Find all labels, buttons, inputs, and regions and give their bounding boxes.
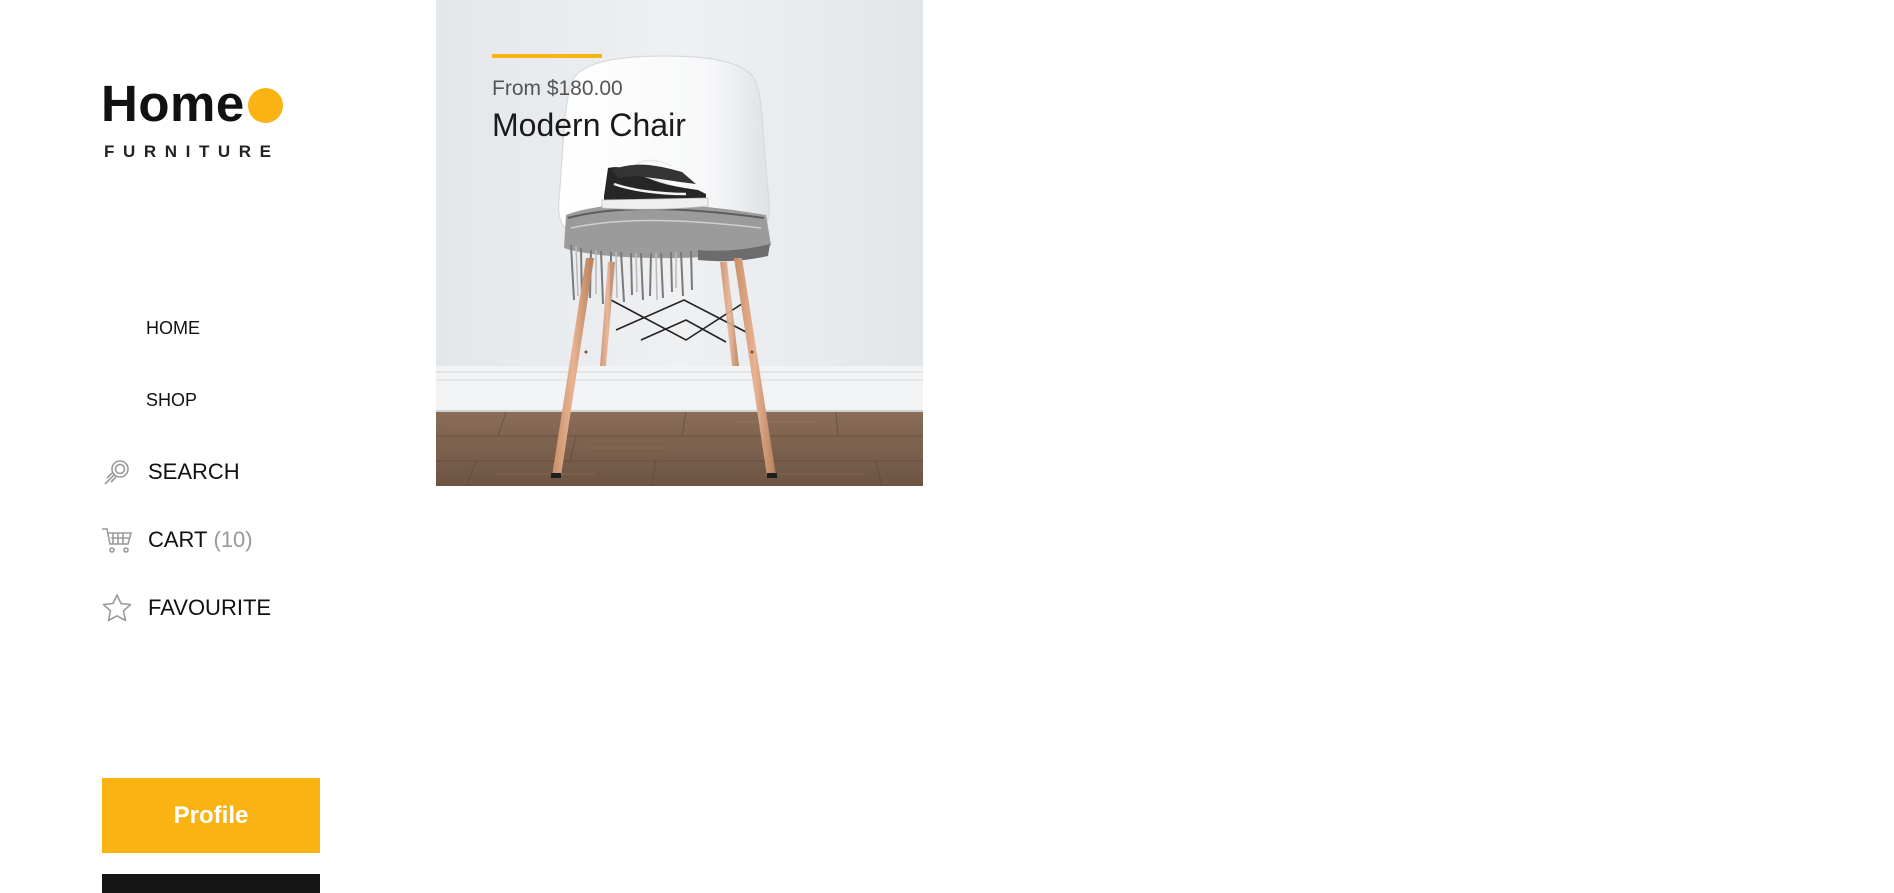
nav-shop[interactable]: SHOP	[146, 390, 197, 411]
profile-button[interactable]: Profile	[102, 778, 320, 853]
logo-title: Home	[101, 75, 245, 132]
card-accent-line	[492, 54, 602, 58]
product-card[interactable]: From $180.00 Modern Chair	[436, 0, 923, 486]
nav-cart[interactable]: CART (10)	[101, 524, 253, 556]
logo-wordmark: Home	[101, 78, 283, 129]
nav-search[interactable]: SEARCH	[101, 456, 240, 488]
nav-favourite-label: FAVOURITE	[148, 595, 272, 620]
nav-search-label: SEARCH	[148, 459, 240, 484]
brand-logo[interactable]: Home FURNITURE	[101, 78, 283, 162]
dark-button[interactable]	[102, 874, 320, 893]
nav-favourite[interactable]: FAVOURITE	[101, 592, 271, 624]
product-title[interactable]: Modern Chair	[492, 107, 686, 144]
cart-count-badge: (10)	[213, 527, 253, 552]
product-image	[436, 0, 923, 486]
star-icon	[101, 592, 133, 624]
search-icon	[101, 456, 133, 488]
logo-dot	[247, 88, 283, 123]
nav-cart-label: CART	[148, 527, 208, 552]
nav-home[interactable]: HOME	[146, 318, 200, 339]
product-price: From $180.00	[492, 77, 623, 100]
cart-icon	[101, 524, 133, 556]
logo-subtitle: FURNITURE	[104, 142, 280, 161]
